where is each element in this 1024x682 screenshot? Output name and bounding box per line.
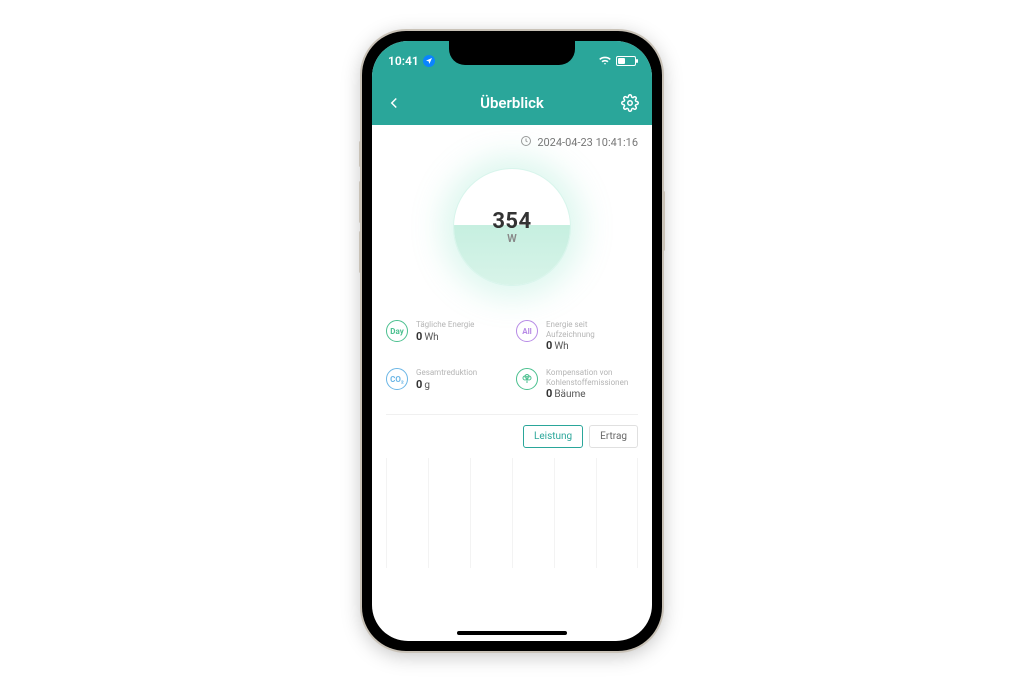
chart-gridline: [554, 458, 596, 568]
stat-unit: g: [424, 380, 430, 391]
mute-switch: [359, 141, 362, 167]
chart-tabs: Leistung Ertrag: [372, 415, 652, 454]
timestamp-text: 2024-04-23 10:41:16: [537, 136, 638, 149]
volume-down: [359, 231, 362, 273]
co2-icon: CO₂: [386, 368, 408, 390]
stat-label: Energie seit Aufzeichnung: [546, 320, 638, 339]
power-button: [662, 191, 665, 251]
screen: 10:41 Überblick: [372, 41, 652, 641]
stat-label: Kompensation von Kohlenstoffemissionen: [546, 368, 638, 387]
tab-ertrag[interactable]: Ertrag: [589, 425, 638, 448]
stat-value: 0: [546, 339, 552, 352]
stat-trees: Kompensation von Kohlenstoffemissionen 0…: [516, 364, 638, 404]
battery-icon: [616, 56, 636, 66]
back-button[interactable]: [384, 93, 404, 113]
power-unit: W: [507, 232, 517, 245]
stat-label: Gesamtreduktion: [416, 368, 477, 378]
chart-gridline: [512, 458, 554, 568]
stat-value: 0: [416, 378, 422, 391]
chart-gridline: [386, 458, 428, 568]
stat-co2-reduction: CO₂ Gesamtreduktion 0 g: [386, 364, 508, 404]
chart-gridline: [596, 458, 638, 568]
all-icon: All: [516, 320, 538, 342]
stat-label: Tägliche Energie: [416, 320, 474, 330]
wifi-icon: [598, 54, 612, 68]
app-header: Überblick: [372, 81, 652, 125]
stat-unit: Bäume: [554, 389, 585, 400]
stat-unit: Wh: [424, 332, 438, 343]
stats-grid: Day Tägliche Energie 0 Wh All Energie se…: [372, 304, 652, 412]
phone-frame: 10:41 Überblick: [362, 31, 662, 651]
power-value: 354: [492, 209, 531, 234]
stat-total-energy: All Energie seit Aufzeichnung 0 Wh: [516, 316, 638, 356]
home-indicator[interactable]: [457, 631, 567, 635]
page-title: Überblick: [480, 94, 544, 112]
stat-value: 0: [546, 387, 552, 400]
timestamp-row: 2024-04-23 10:41:16: [372, 125, 652, 154]
power-gauge-wrap: 354 W: [372, 154, 652, 304]
stat-daily-energy: Day Tägliche Energie 0 Wh: [386, 316, 508, 356]
chart-gridline: [428, 458, 470, 568]
tree-icon: [516, 368, 538, 390]
status-time: 10:41: [388, 54, 419, 68]
chart-gridline: [470, 458, 512, 568]
volume-up: [359, 181, 362, 223]
notch: [449, 41, 575, 65]
clock-icon: [520, 135, 532, 150]
day-icon: Day: [386, 320, 408, 342]
settings-button[interactable]: [620, 93, 640, 113]
power-gauge: 354 W: [453, 168, 571, 286]
stat-unit: Wh: [554, 341, 568, 352]
content: 2024-04-23 10:41:16 354 W Day Tägliche E…: [372, 125, 652, 568]
stat-value: 0: [416, 330, 422, 343]
tab-leistung[interactable]: Leistung: [523, 425, 583, 448]
chart-area: [386, 458, 638, 568]
location-icon: [423, 55, 435, 67]
